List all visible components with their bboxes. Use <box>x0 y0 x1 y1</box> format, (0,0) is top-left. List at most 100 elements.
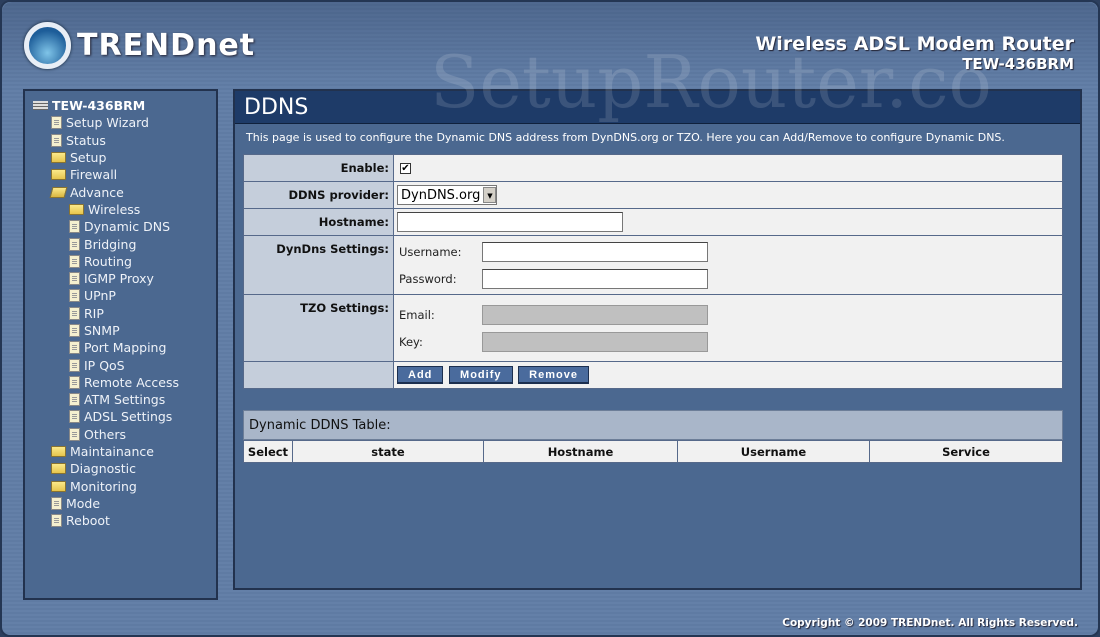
page-icon <box>51 514 62 528</box>
sidebar-item-upnp[interactable]: UPnP <box>33 287 216 304</box>
sidebar-item-label: RIP <box>84 305 104 321</box>
logo-text: TRENDnet <box>77 28 256 63</box>
sidebar-item-routing[interactable]: Routing <box>33 253 216 270</box>
page-icon <box>69 220 80 234</box>
page-icon <box>51 133 62 147</box>
sidebar-item-label: Monitoring <box>70 478 137 494</box>
page-icon <box>69 237 80 251</box>
sidebar-item-label: Status <box>66 132 106 148</box>
folder-icon <box>51 463 66 475</box>
sidebar-item-label: Mode <box>66 495 101 511</box>
sidebar-item-label: Diagnostic <box>70 461 137 477</box>
ddns-form: Enable: ✔ DDNS provider: DynDNS.org ▼ Hos… <box>243 154 1063 389</box>
hostname-input[interactable] <box>397 212 623 232</box>
folder-icon <box>51 480 66 492</box>
sidebar-item-label: Port Mapping <box>84 340 167 356</box>
password-input[interactable] <box>482 268 708 289</box>
sidebar-item-label: Bridging <box>84 236 137 252</box>
page-icon <box>69 375 80 389</box>
sidebar-item-port-mapping[interactable]: Port Mapping <box>33 339 216 356</box>
dyndns-settings-label: DynDns Settings: <box>243 235 394 295</box>
main-panel: DDNS This page is used to configure the … <box>233 89 1082 590</box>
key-label: Key: <box>399 334 423 349</box>
sidebar-item-advance[interactable]: Advance <box>33 183 216 200</box>
provider-value: DynDNS.org <box>401 187 481 203</box>
sidebar-item-label: IP QoS <box>84 357 125 373</box>
page-description: This page is used to configure the Dynam… <box>246 131 1005 144</box>
sidebar-item-label: Dynamic DNS <box>84 219 171 235</box>
product-name: Wireless ADSL Modem Router <box>755 33 1074 55</box>
product-header: Wireless ADSL Modem Router TEW-436BRM <box>755 33 1074 73</box>
page-icon <box>69 410 80 424</box>
sidebar-item-adsl-settings[interactable]: ADSL Settings <box>33 408 216 425</box>
page-icon <box>69 306 80 320</box>
column-select: Select <box>243 440 293 463</box>
sidebar-item-ip-qos[interactable]: IP QoS <box>33 356 216 373</box>
folder-icon <box>69 203 84 215</box>
sidebar-item-status[interactable]: Status <box>33 132 216 149</box>
password-label: Password: <box>399 271 457 286</box>
page-title: DDNS <box>235 91 1080 124</box>
key-input <box>482 331 708 352</box>
sidebar-item-monitoring[interactable]: Monitoring <box>33 478 216 495</box>
sidebar-item-snmp[interactable]: SNMP <box>33 322 216 339</box>
folder-open-icon <box>49 186 68 198</box>
email-input <box>482 304 708 325</box>
copyright: Copyright © 2009 TRENDnet. All Rights Re… <box>782 617 1078 629</box>
sidebar-item-label: Maintainance <box>70 444 154 460</box>
column-state: state <box>292 440 484 463</box>
sidebar-item-label: Firewall <box>70 167 118 183</box>
sidebar-item-rip[interactable]: RIP <box>33 305 216 322</box>
sidebar-item-dynamic-dns[interactable]: Dynamic DNS <box>33 218 216 235</box>
page-frame: TRENDnet Wireless ADSL Modem Router TEW-… <box>0 0 1100 637</box>
logo-globe-icon <box>24 22 71 69</box>
column-service: Service <box>869 440 1063 463</box>
username-input[interactable] <box>482 241 708 262</box>
sidebar-item-tew-436brm[interactable]: TEW-436BRM <box>33 97 216 114</box>
sidebar-item-diagnostic[interactable]: Diagnostic <box>33 460 216 477</box>
sidebar-item-mode[interactable]: Mode <box>33 495 216 512</box>
sidebar-item-remote-access[interactable]: Remote Access <box>33 374 216 391</box>
sidebar-item-bridging[interactable]: Bridging <box>33 235 216 252</box>
product-model: TEW-436BRM <box>962 55 1074 73</box>
sidebar-item-reboot[interactable]: Reboot <box>33 512 216 529</box>
page-icon <box>69 272 80 286</box>
sidebar-item-setup-wizard[interactable]: Setup Wizard <box>33 114 216 131</box>
folder-icon <box>51 152 66 164</box>
enable-checkbox[interactable]: ✔ <box>400 162 411 174</box>
page-icon <box>69 254 80 268</box>
sidebar-item-maintainance[interactable]: Maintainance <box>33 443 216 460</box>
sidebar-item-label: Advance <box>70 184 124 200</box>
email-label: Email: <box>399 307 435 322</box>
ddns-table: Select state Hostname Username Service <box>243 440 1063 463</box>
trendnet-logo: TRENDnet <box>24 22 255 69</box>
sidebar-item-label: Wireless <box>88 201 141 217</box>
sidebar-item-setup[interactable]: Setup <box>33 149 216 166</box>
ddns-table-title: Dynamic DDNS Table: <box>243 410 1063 440</box>
tzo-settings-label: TZO Settings: <box>243 294 394 362</box>
sidebar-item-wireless[interactable]: Wireless <box>33 201 216 218</box>
page-icon <box>69 341 80 355</box>
sidebar-item-label: Remote Access <box>84 374 179 390</box>
modify-button[interactable]: Modify <box>449 366 513 384</box>
page-icon <box>69 393 80 407</box>
folder-icon <box>51 446 66 458</box>
column-hostname: Hostname <box>483 440 678 463</box>
column-username: Username <box>677 440 870 463</box>
sidebar-item-firewall[interactable]: Firewall <box>33 166 216 183</box>
sidebar-item-label: ATM Settings <box>84 392 166 408</box>
add-button[interactable]: Add <box>397 366 444 384</box>
sidebar-item-label: Reboot <box>66 513 110 529</box>
sidebar-item-label: UPnP <box>84 288 116 304</box>
chevron-down-icon[interactable]: ▼ <box>483 187 497 203</box>
hostname-label: Hostname: <box>243 208 394 236</box>
sidebar-item-igmp-proxy[interactable]: IGMP Proxy <box>33 270 216 287</box>
sidebar-item-atm-settings[interactable]: ATM Settings <box>33 391 216 408</box>
page-icon <box>69 358 80 372</box>
sidebar-item-label: ADSL Settings <box>84 409 173 425</box>
remove-button[interactable]: Remove <box>518 366 589 384</box>
sidebar-item-others[interactable]: Others <box>33 426 216 443</box>
page-icon <box>69 289 80 303</box>
ddns-provider-select[interactable]: DynDNS.org ▼ <box>397 185 498 205</box>
page-icon <box>69 324 80 337</box>
